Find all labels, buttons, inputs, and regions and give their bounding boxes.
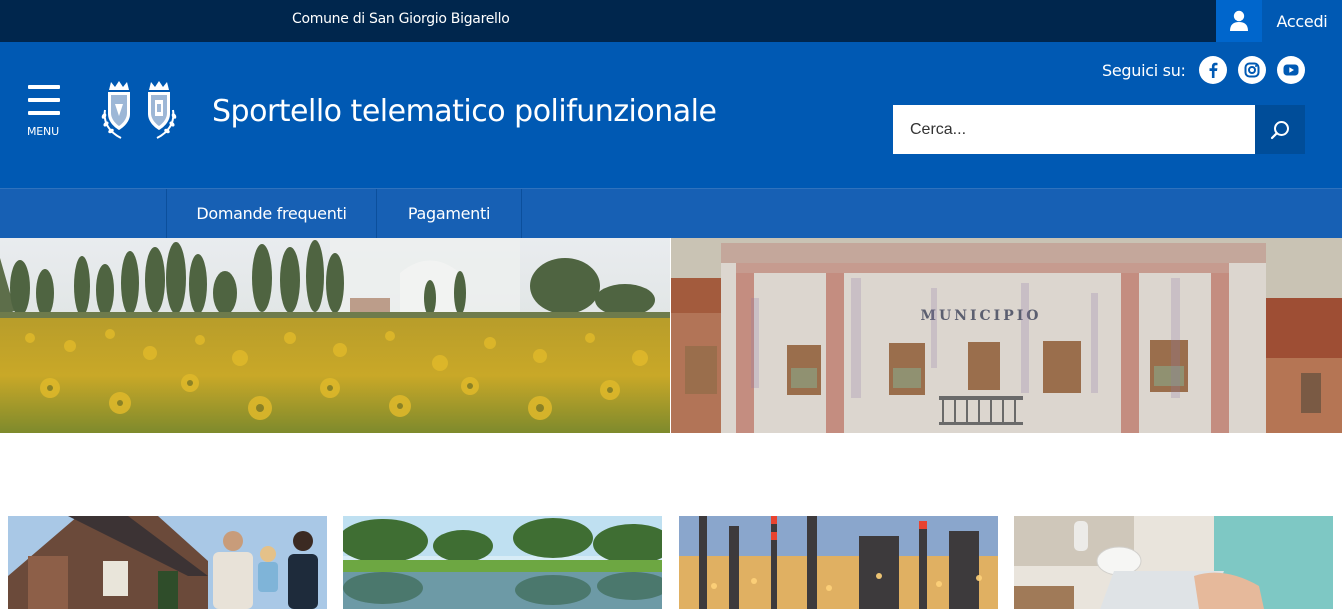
- card-image-family-house[interactable]: [8, 516, 327, 609]
- login-icon-box[interactable]: [1216, 0, 1262, 42]
- site-title[interactable]: Sportello telematico polifunzionale: [212, 94, 717, 129]
- main-navigation: Domande frequenti Pagamenti: [0, 188, 1342, 238]
- youtube-icon[interactable]: [1277, 56, 1305, 84]
- sunflower-field-image: [0, 238, 670, 433]
- login-label: Accedi: [1276, 11, 1328, 31]
- header: MENU Sportello telematico polifunzionale: [0, 42, 1342, 188]
- facebook-icon[interactable]: [1199, 56, 1227, 84]
- nav-item-label: Domande frequenti: [196, 204, 347, 223]
- nav-separator: [521, 189, 522, 238]
- municipio-building-image: MUNICIPIO: [671, 238, 1342, 433]
- nav-item-domande-frequenti[interactable]: Domande frequenti: [167, 189, 376, 238]
- nav-item-pagamenti[interactable]: Pagamenti: [377, 189, 521, 238]
- menu-label: MENU: [27, 125, 59, 138]
- hamburger-icon: [28, 85, 60, 89]
- card-image-people-working[interactable]: [1014, 516, 1333, 609]
- search-input[interactable]: [893, 105, 1255, 154]
- menu-button[interactable]: MENU: [24, 85, 64, 141]
- card-image-lake-trees[interactable]: [343, 516, 662, 609]
- coat-of-arms-logo[interactable]: [97, 80, 181, 142]
- hamburger-icon-line: [28, 111, 60, 115]
- login-button[interactable]: Accedi: [1262, 0, 1342, 42]
- top-bar: Comune di San Giorgio Bigarello Accedi: [0, 0, 1342, 42]
- instagram-icon[interactable]: [1238, 56, 1266, 84]
- user-icon: [1230, 10, 1248, 31]
- entity-name-link[interactable]: Comune di San Giorgio Bigarello: [292, 11, 510, 27]
- search-icon: [1270, 120, 1289, 139]
- nav-item-label: Pagamenti: [407, 204, 491, 223]
- social-label: Seguici su:: [1102, 61, 1186, 80]
- hamburger-icon-line: [28, 98, 60, 102]
- hero-banner: MUNICIPIO: [0, 238, 1342, 433]
- card-image-industrial-plant[interactable]: [679, 516, 998, 609]
- search-button[interactable]: [1255, 105, 1305, 154]
